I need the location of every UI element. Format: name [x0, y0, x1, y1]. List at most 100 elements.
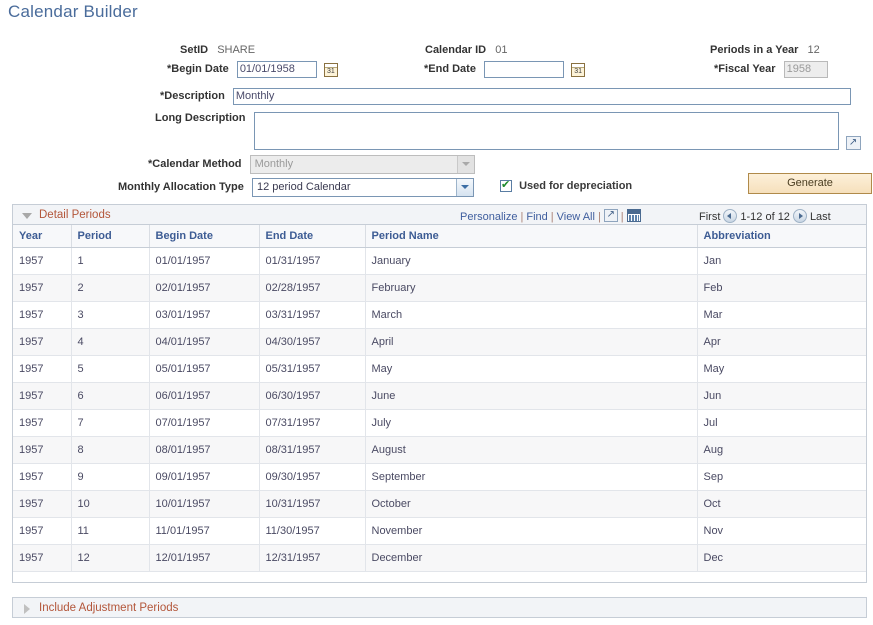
cell-end-date: 04/30/1957	[259, 328, 365, 355]
cell-abbreviation: Jan	[697, 247, 866, 274]
monthly-allocation-label: Monthly Allocation Type	[118, 181, 244, 193]
column-header-period: Period	[71, 225, 149, 247]
calendar-glyph: 31	[572, 67, 584, 76]
fiscal-year-field-group: *Fiscal Year 1958	[714, 61, 828, 78]
pager-last-label[interactable]: Last	[810, 211, 831, 223]
cell-period: 9	[71, 463, 149, 490]
table-row: 1957707/01/195707/31/1957JulyJul	[13, 409, 866, 436]
download-popup-icon[interactable]	[604, 209, 618, 222]
setid-value: SHARE	[217, 44, 255, 56]
column-header-begin-date: Begin Date	[149, 225, 259, 247]
calendar-id-label: Calendar ID	[425, 44, 486, 56]
cell-year: 1957	[13, 409, 71, 436]
column-header-period-name: Period Name	[365, 225, 697, 247]
generate-button[interactable]: Generate	[748, 173, 872, 194]
cell-year: 1957	[13, 490, 71, 517]
cell-begin-date: 01/01/1957	[149, 247, 259, 274]
cell-year: 1957	[13, 247, 71, 274]
cell-year: 1957	[13, 436, 71, 463]
find-link[interactable]: Find	[526, 211, 547, 223]
calendar-method-value: Monthly	[255, 156, 294, 173]
fiscal-year-label: *Fiscal Year	[714, 63, 776, 75]
begin-date-input[interactable]: 01/01/1958	[237, 61, 317, 78]
end-date-field-group: *End Date 31	[424, 61, 585, 78]
toolbar-separator-1: |	[517, 211, 526, 223]
end-date-input[interactable]	[484, 61, 564, 78]
table-row: 1957909/01/195709/30/1957SeptemberSep	[13, 463, 866, 490]
used-for-depreciation-checkbox-group[interactable]: Used for depreciation	[500, 180, 632, 192]
calendar-builder-page: Calendar Builder SetID SHARE Calendar ID…	[0, 0, 873, 625]
calendar-glyph: 31	[325, 67, 337, 76]
pager-range: 1-12 of 12	[740, 211, 790, 223]
personalize-link[interactable]: Personalize	[460, 211, 517, 223]
toolbar-separator-2: |	[548, 211, 557, 223]
end-date-label: *End Date	[424, 63, 476, 75]
cell-end-date: 05/31/1957	[259, 355, 365, 382]
detail-periods-section-header: Detail Periods Personalize|Find|View All…	[12, 204, 867, 225]
cell-end-date: 03/31/1957	[259, 301, 365, 328]
cell-begin-date: 02/01/1957	[149, 274, 259, 301]
cell-period-name: October	[365, 490, 697, 517]
cell-end-date: 01/31/1957	[259, 247, 365, 274]
collapse-triangle-icon[interactable]	[22, 213, 32, 219]
view-all-link[interactable]: View All	[557, 211, 595, 223]
calendar-method-field-group: *Calendar Method Monthly	[148, 155, 475, 174]
cell-period: 5	[71, 355, 149, 382]
monthly-allocation-field-group: Monthly Allocation Type 12 period Calend…	[118, 178, 474, 197]
cell-abbreviation: Jul	[697, 409, 866, 436]
cell-period-name: December	[365, 544, 697, 571]
table-row: 1957808/01/195708/31/1957AugustAug	[13, 436, 866, 463]
cell-abbreviation: May	[697, 355, 866, 382]
cell-begin-date: 10/01/1957	[149, 490, 259, 517]
expand-triangle-icon[interactable]	[24, 604, 30, 614]
cell-begin-date: 04/01/1957	[149, 328, 259, 355]
table-row: 1957404/01/195704/30/1957AprilApr	[13, 328, 866, 355]
table-row: 1957303/01/195703/31/1957MarchMar	[13, 301, 866, 328]
next-page-icon[interactable]	[793, 209, 807, 223]
end-date-calendar-icon[interactable]: 31	[571, 63, 585, 77]
description-input[interactable]: Monthly	[233, 88, 851, 105]
cell-abbreviation: Dec	[697, 544, 866, 571]
cell-period: 7	[71, 409, 149, 436]
cell-year: 1957	[13, 544, 71, 571]
cell-period: 12	[71, 544, 149, 571]
adjustment-periods-section-header[interactable]: Include Adjustment Periods	[12, 597, 867, 618]
calendar-id-field-group: Calendar ID 01	[425, 44, 507, 56]
cell-year: 1957	[13, 382, 71, 409]
cell-year: 1957	[13, 355, 71, 382]
used-for-depreciation-label: Used for depreciation	[519, 180, 632, 192]
periods-in-year-value: 12	[808, 44, 820, 56]
table-body: 1957101/01/195701/31/1957JanuaryJan19572…	[13, 247, 866, 571]
cell-end-date: 07/31/1957	[259, 409, 365, 436]
long-description-expand-icon[interactable]	[846, 136, 861, 150]
cell-begin-date: 05/01/1957	[149, 355, 259, 382]
detail-periods-grid-frame: YearPeriodBegin DateEnd DatePeriod NameA…	[12, 225, 867, 583]
table-row: 1957606/01/195706/30/1957JuneJun	[13, 382, 866, 409]
cell-period: 6	[71, 382, 149, 409]
cell-abbreviation: Jun	[697, 382, 866, 409]
description-label: *Description	[160, 90, 225, 102]
table-row: 19571111/01/195711/30/1957NovemberNov	[13, 517, 866, 544]
cell-year: 1957	[13, 517, 71, 544]
cell-period-name: June	[365, 382, 697, 409]
cell-period-name: March	[365, 301, 697, 328]
begin-date-label: *Begin Date	[167, 63, 229, 75]
begin-date-calendar-icon[interactable]: 31	[324, 63, 338, 77]
used-for-depreciation-checkbox[interactable]	[500, 180, 512, 192]
calendar-id-value: 01	[495, 44, 507, 56]
cell-year: 1957	[13, 328, 71, 355]
cell-abbreviation: Feb	[697, 274, 866, 301]
cell-period: 10	[71, 490, 149, 517]
pager-first-label[interactable]: First	[699, 211, 720, 223]
table-row: 19571212/01/195712/31/1957DecemberDec	[13, 544, 866, 571]
cell-period-name: April	[365, 328, 697, 355]
monthly-allocation-value: 12 period Calendar	[257, 179, 351, 196]
periods-in-year-field-group: Periods in a Year 12	[710, 44, 820, 56]
cell-abbreviation: Mar	[697, 301, 866, 328]
chevron-down-icon[interactable]	[456, 179, 473, 196]
previous-page-icon[interactable]	[723, 209, 737, 223]
spreadsheet-icon[interactable]	[627, 209, 641, 222]
long-description-textarea[interactable]	[254, 112, 839, 150]
monthly-allocation-select[interactable]: 12 period Calendar	[252, 178, 474, 197]
cell-end-date: 08/31/1957	[259, 436, 365, 463]
